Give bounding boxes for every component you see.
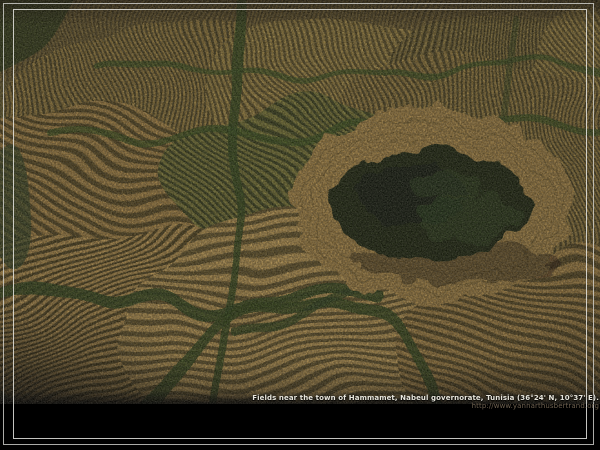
caption-url: http://www.yannarthusbertrand.org bbox=[252, 402, 599, 410]
aerial-photo-art bbox=[0, 0, 600, 404]
photo-caption: Fields near the town of Hammamet, Nabeul… bbox=[252, 394, 599, 410]
wallpaper-stage: Fields near the town of Hammamet, Nabeul… bbox=[0, 0, 600, 450]
aerial-photo bbox=[0, 0, 600, 404]
caption-title: Fields near the town of Hammamet, Nabeul… bbox=[252, 394, 599, 402]
